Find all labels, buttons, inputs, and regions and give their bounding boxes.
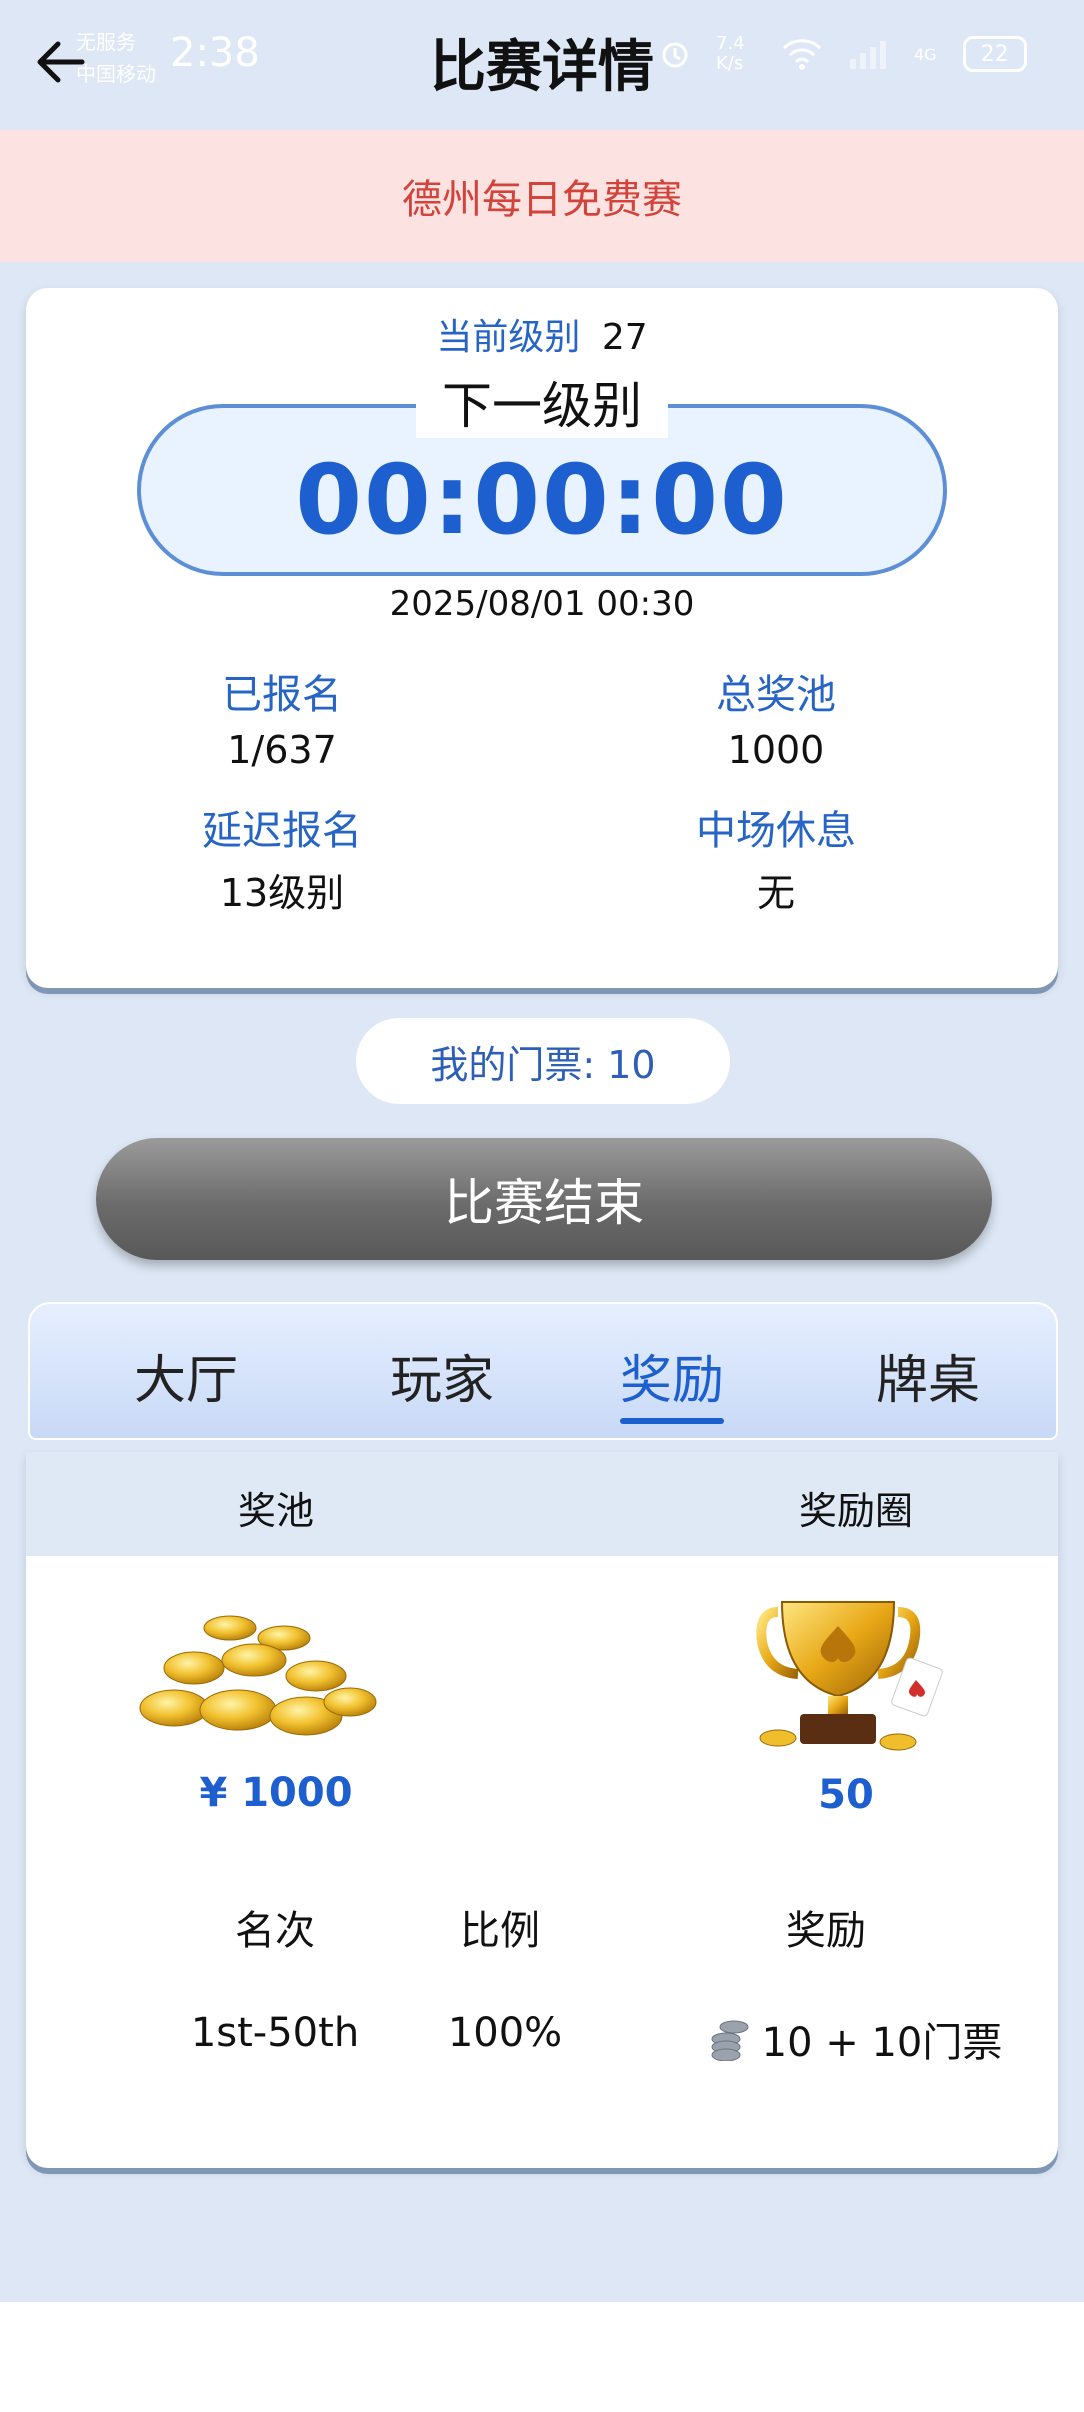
reward-circle-header: 奖励圈: [798, 1489, 913, 1533]
prize-pool-header: 奖池: [237, 1489, 314, 1533]
current-level-label: 当前级别: [436, 317, 581, 358]
rewards-header: 奖池 奖励圈: [26, 1452, 1058, 1556]
tab-bar: 大厅 玩家 奖励 牌桌: [28, 1302, 1058, 1440]
tournament-name: 德州每日免费赛: [402, 177, 682, 223]
tab-rewards[interactable]: 奖励: [572, 1338, 772, 1413]
late-registration-value: 13级别: [219, 871, 345, 915]
next-level-label: 下一级别: [416, 366, 668, 438]
my-tickets-badge: 我的门票: 10: [356, 1018, 730, 1104]
countdown-value: 00:00:00: [295, 444, 789, 556]
my-tickets-text: 我的门票: 10: [430, 1042, 656, 1087]
row-ratio: 100%: [447, 2010, 563, 2056]
chip-stack-icon: [711, 2020, 749, 2061]
reward-column-header: 奖励: [786, 1908, 866, 1954]
break-value: 无: [756, 871, 795, 915]
current-level-row: 当前级别 27: [26, 308, 1058, 360]
row-rank: 1st-50th: [190, 2010, 360, 2056]
gold-coins-icon: [139, 1615, 377, 1736]
page-title: 比赛详情: [430, 35, 654, 100]
bottom-area: [0, 2302, 1084, 2412]
reward-circle-count: 50: [818, 1772, 874, 1818]
registered-label: 已报名: [222, 672, 342, 718]
tournament-name-banner: 德州每日免费赛: [0, 130, 1084, 262]
active-tab-indicator: [620, 1418, 724, 1424]
tab-players[interactable]: 玩家: [342, 1338, 542, 1413]
registered-value: 1/637: [227, 728, 337, 772]
break-label: 中场休息: [696, 808, 856, 854]
rewards-panel: 奖池 奖励圈 ¥ 1000 50 名次 比例 奖励 1st-50th 100% …: [26, 1452, 1058, 2168]
ratio-column-header: 比例: [460, 1908, 540, 1954]
trophy-icon: [756, 1601, 943, 1751]
tab-tables[interactable]: 牌桌: [828, 1338, 1028, 1413]
row-reward-text: 10 + 10门票: [761, 2020, 1003, 2066]
tournament-ended-button[interactable]: 比赛结束: [96, 1138, 992, 1260]
row-reward: 10 + 10门票: [686, 2010, 1026, 2068]
tournament-info-card: 当前级别 27 00:00:00 下一级别 2025/08/01 00:30 已…: [26, 288, 1058, 988]
tab-lobby[interactable]: 大厅: [86, 1338, 286, 1413]
prize-pool-amount: ¥ 1000: [199, 1770, 353, 1816]
late-registration-label: 延迟报名: [202, 808, 362, 854]
tournament-ended-label: 比赛结束: [444, 1174, 644, 1232]
current-level-value: 27: [601, 317, 648, 358]
prize-pool-label: 总奖池: [716, 672, 836, 718]
rank-column-header: 名次: [235, 1908, 315, 1954]
start-time: 2025/08/01 00:30: [389, 584, 695, 624]
prize-pool-value: 1000: [727, 728, 825, 772]
